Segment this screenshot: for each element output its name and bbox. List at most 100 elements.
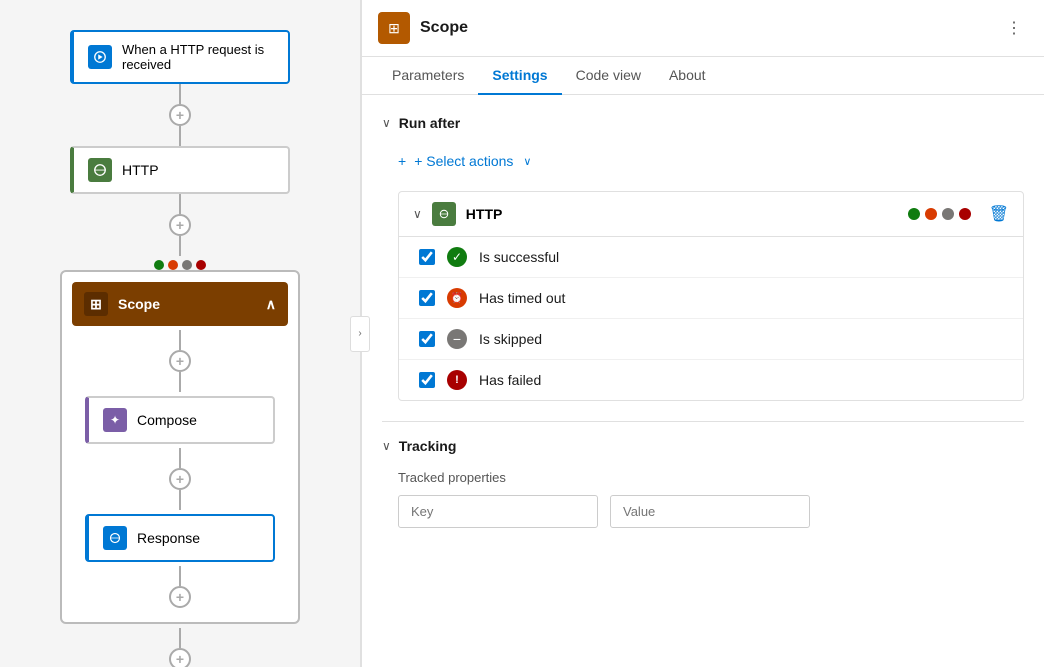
add-step-scope-3[interactable]: + xyxy=(169,586,191,608)
select-actions-button[interactable]: + + Select actions ∨ xyxy=(398,147,1024,175)
scope-container: ⊞ Scope ∧ + ✦ Compose + xyxy=(60,270,300,624)
condition-label-timed-out: Has timed out xyxy=(479,290,565,306)
connector-line xyxy=(179,490,181,510)
connector-scope-3: + xyxy=(169,566,191,608)
left-panel: When a HTTP request is received + HTTP + xyxy=(0,0,360,667)
more-options-button[interactable]: ⋮ xyxy=(1000,14,1028,42)
status-dots xyxy=(154,260,206,270)
tab-code-view[interactable]: Code view xyxy=(562,57,655,95)
status-icon-skipped: − xyxy=(447,329,467,349)
tracking-section-header[interactable]: ∨ Tracking xyxy=(382,438,1024,454)
tracking-content: Tracked properties xyxy=(382,470,1024,528)
compose-label: Compose xyxy=(137,412,197,428)
right-panel-title: Scope xyxy=(420,19,990,37)
tracked-properties-label: Tracked properties xyxy=(398,470,1024,485)
checkbox-timed-out[interactable] xyxy=(419,290,435,306)
condition-row-timed-out: ⏰ Has timed out xyxy=(399,278,1023,319)
connector-line xyxy=(179,236,181,256)
tab-settings[interactable]: Settings xyxy=(478,57,561,95)
right-header: ⊞ Scope ⋮ xyxy=(362,0,1044,57)
connector-line xyxy=(179,330,181,350)
key-input[interactable] xyxy=(398,495,598,528)
panel-divider[interactable]: › xyxy=(360,0,362,667)
tracking-chevron: ∨ xyxy=(382,439,391,453)
connector-final: + xyxy=(169,628,191,667)
run-after-content: + + Select actions ∨ ∨ HTTP xyxy=(382,147,1024,401)
connector-1: + xyxy=(169,84,191,146)
http-run-label: HTTP xyxy=(466,206,898,222)
tab-parameters[interactable]: Parameters xyxy=(378,57,478,95)
add-step-scope-2[interactable]: + xyxy=(169,468,191,490)
dot-gray xyxy=(182,260,192,270)
run-after-chevron: ∨ xyxy=(382,116,391,130)
scope-node[interactable]: ⊞ Scope ∧ xyxy=(72,282,288,326)
flow-container: When a HTTP request is received + HTTP + xyxy=(20,30,340,667)
trigger-label: When a HTTP request is received xyxy=(122,42,274,72)
dot-green xyxy=(154,260,164,270)
response-icon xyxy=(103,526,127,550)
select-actions-plus: + xyxy=(398,153,406,169)
connector-2: + xyxy=(169,194,191,256)
http-dot-red xyxy=(959,208,971,220)
select-actions-label: + Select actions xyxy=(414,153,513,169)
scope-chevron: ∧ xyxy=(266,296,276,313)
scope-title-icon: ⊞ xyxy=(378,12,410,44)
connector-line xyxy=(179,194,181,214)
condition-label-skipped: Is skipped xyxy=(479,331,542,347)
http-status-dots xyxy=(908,208,971,220)
compose-icon: ✦ xyxy=(103,408,127,432)
http-icon xyxy=(88,158,112,182)
http-expand-chevron[interactable]: ∨ xyxy=(413,207,422,221)
status-icon-timed-out: ⏰ xyxy=(447,288,467,308)
tracked-inputs-row xyxy=(398,495,1024,528)
http-run-icon xyxy=(432,202,456,226)
scope-label: Scope xyxy=(118,296,256,312)
tabs-row: Parameters Settings Code view About xyxy=(362,57,1044,95)
checkbox-failed[interactable] xyxy=(419,372,435,388)
compose-node[interactable]: ✦ Compose xyxy=(85,396,275,444)
dot-red xyxy=(196,260,206,270)
trigger-icon xyxy=(88,45,112,69)
select-actions-chevron: ∨ xyxy=(523,155,531,168)
value-input[interactable] xyxy=(610,495,810,528)
status-icon-failed: ! xyxy=(447,370,467,390)
connector-line xyxy=(179,84,181,104)
collapse-panel-button[interactable]: › xyxy=(350,316,370,352)
add-step-scope-1[interactable]: + xyxy=(169,350,191,372)
http-label: HTTP xyxy=(122,162,159,178)
add-step-final[interactable]: + xyxy=(169,648,191,667)
dot-orange xyxy=(168,260,178,270)
trigger-node[interactable]: When a HTTP request is received xyxy=(70,30,290,84)
http-dot-gray xyxy=(942,208,954,220)
add-step-button-1[interactable]: + xyxy=(169,104,191,126)
connector-scope-2: + xyxy=(169,448,191,510)
condition-row-skipped: − Is skipped xyxy=(399,319,1023,360)
http-node[interactable]: HTTP xyxy=(70,146,290,194)
connector-line xyxy=(179,566,181,586)
condition-row-failed: ! Has failed xyxy=(399,360,1023,400)
scope-icon: ⊞ xyxy=(84,292,108,316)
tracking-section: ∨ Tracking Tracked properties xyxy=(382,438,1024,528)
right-content: ∨ Run after + + Select actions ∨ ∨ HTTP xyxy=(362,95,1044,667)
tab-about[interactable]: About xyxy=(655,57,720,95)
condition-label-failed: Has failed xyxy=(479,372,541,388)
delete-http-button[interactable]: 🗑 xyxy=(989,204,1009,224)
connector-line xyxy=(179,372,181,392)
connector-line xyxy=(179,448,181,468)
checkbox-successful[interactable] xyxy=(419,249,435,265)
response-node[interactable]: Response xyxy=(85,514,275,562)
condition-label-successful: Is successful xyxy=(479,249,559,265)
add-step-button-2[interactable]: + xyxy=(169,214,191,236)
connector-scope-1: + xyxy=(169,330,191,392)
http-run-after-block: ∨ HTTP 🗑 ✓ xyxy=(398,191,1024,401)
http-run-header: ∨ HTTP 🗑 xyxy=(399,192,1023,237)
http-dot-orange xyxy=(925,208,937,220)
checkbox-skipped[interactable] xyxy=(419,331,435,347)
connector-line xyxy=(179,628,181,648)
connector-line xyxy=(179,126,181,146)
run-after-section-header[interactable]: ∨ Run after xyxy=(382,115,1024,131)
section-divider xyxy=(382,421,1024,422)
tracking-title: Tracking xyxy=(399,438,457,454)
http-dot-green xyxy=(908,208,920,220)
condition-row-successful: ✓ Is successful xyxy=(399,237,1023,278)
